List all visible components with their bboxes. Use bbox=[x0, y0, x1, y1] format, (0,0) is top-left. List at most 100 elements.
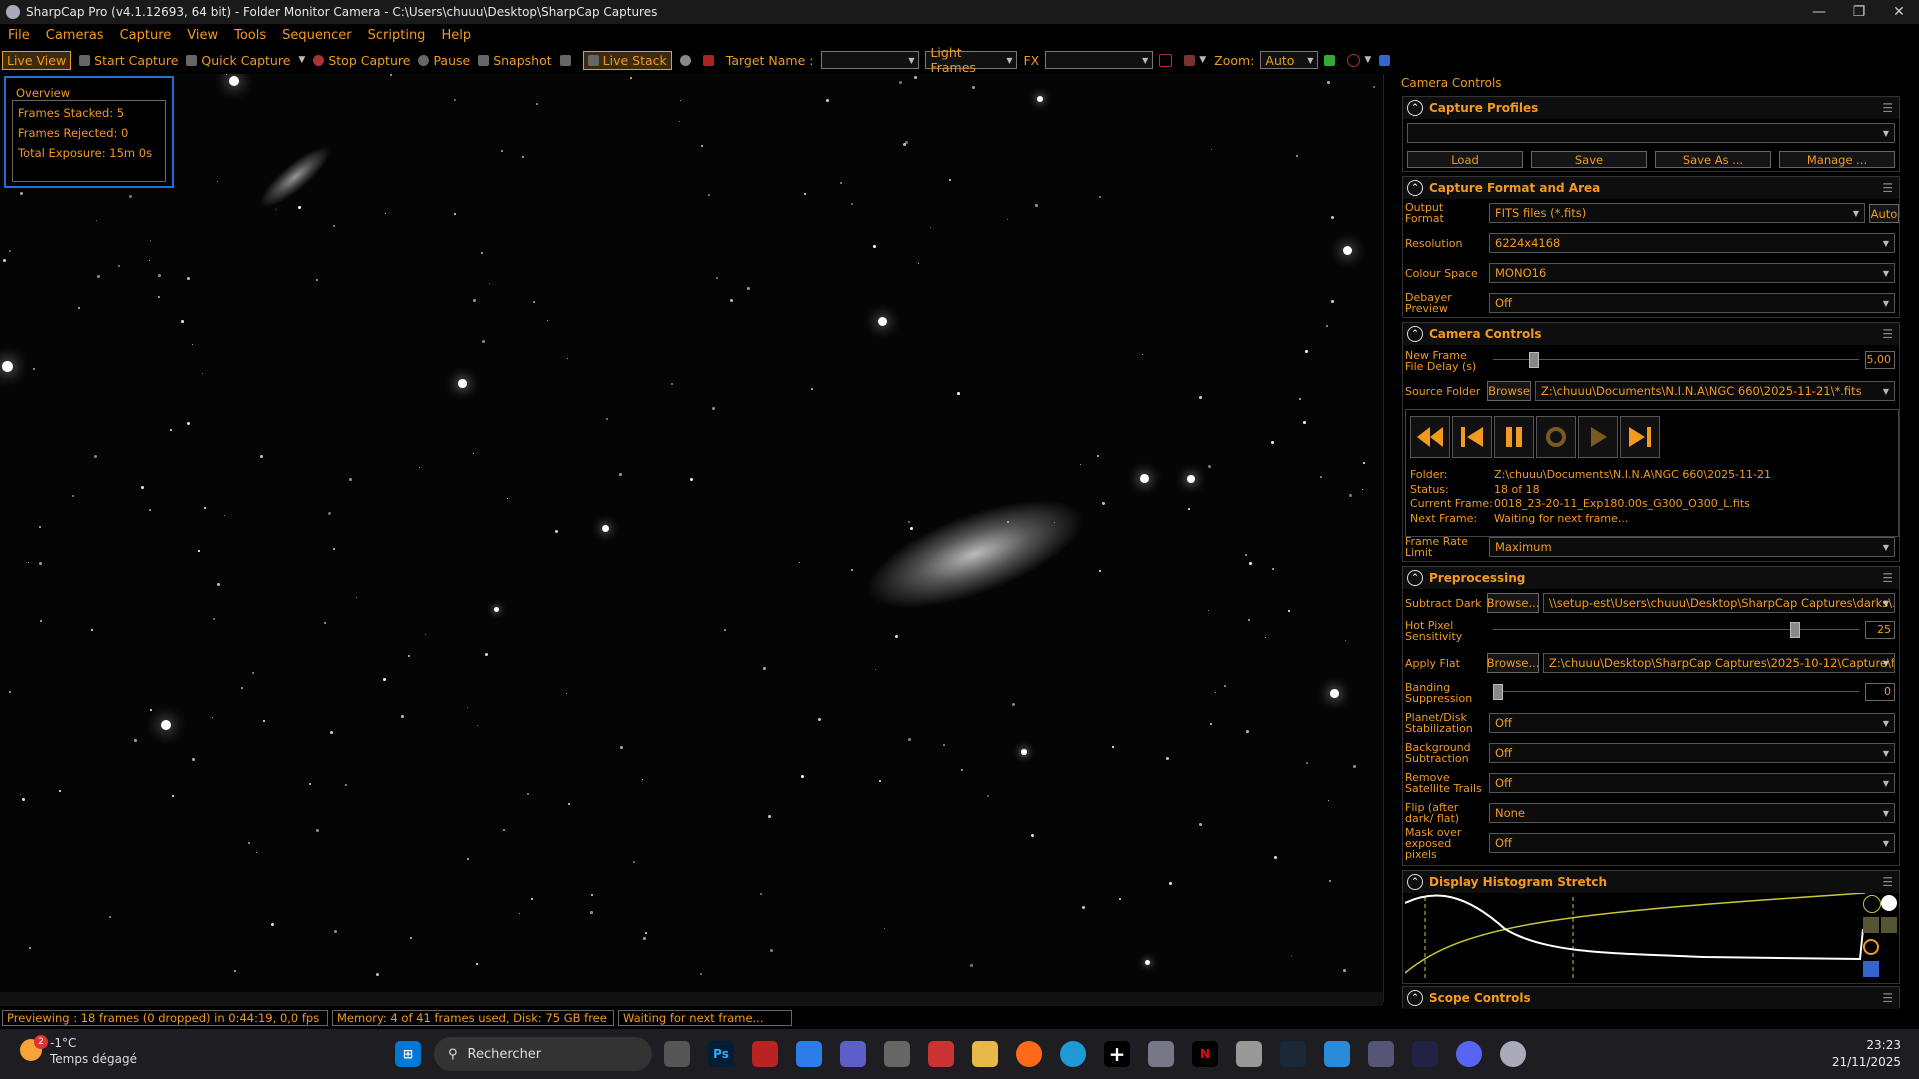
menu-icon[interactable]: ☰ bbox=[1882, 875, 1893, 889]
output-format-select[interactable]: FITS files (*.fits) ▼ bbox=[1489, 203, 1865, 223]
menu-sequencer[interactable]: Sequencer bbox=[282, 28, 351, 43]
delay-slider-thumb[interactable] bbox=[1529, 352, 1539, 368]
menu-icon[interactable]: ☰ bbox=[1882, 991, 1893, 1005]
pause-button[interactable]: Pause bbox=[418, 53, 470, 68]
calculator-icon[interactable] bbox=[884, 1041, 910, 1067]
menu-help[interactable]: Help bbox=[441, 28, 471, 43]
flip-select[interactable]: None ▼ bbox=[1489, 803, 1895, 823]
menu-capture[interactable]: Capture bbox=[120, 28, 172, 43]
app-icon-gray[interactable] bbox=[1148, 1041, 1174, 1067]
live-view-button[interactable]: Live View bbox=[2, 50, 72, 70]
capture-format-header[interactable]: ⌃ Capture Format and Area ☰ bbox=[1403, 177, 1899, 199]
dark-browse-button[interactable]: Browse... bbox=[1487, 593, 1539, 613]
frame-type-select[interactable]: Light Frames ▼ bbox=[925, 45, 1018, 75]
info-icon[interactable] bbox=[1863, 895, 1881, 913]
menu-icon[interactable]: ☰ bbox=[1882, 101, 1893, 115]
menu-icon[interactable]: ☰ bbox=[1882, 327, 1893, 341]
delay-slider[interactable] bbox=[1493, 352, 1859, 368]
steam-icon[interactable] bbox=[1280, 1041, 1306, 1067]
pause-playback-button[interactable] bbox=[1494, 416, 1534, 458]
photoshop-icon[interactable]: Ps bbox=[708, 1041, 734, 1067]
menu-scripting[interactable]: Scripting bbox=[368, 28, 426, 43]
banding-slider-thumb[interactable] bbox=[1493, 684, 1503, 700]
colour-space-select[interactable]: MONO16 ▼ bbox=[1489, 263, 1895, 283]
menu-tools[interactable]: Tools bbox=[234, 28, 266, 43]
quick-capture-button[interactable]: Quick Capture ▼ bbox=[186, 53, 305, 68]
play-button[interactable] bbox=[1578, 416, 1618, 458]
background-select[interactable]: Off ▼ bbox=[1489, 743, 1895, 763]
firefox-icon[interactable] bbox=[1016, 1041, 1042, 1067]
close-icon[interactable]: ✕ bbox=[1879, 0, 1919, 24]
camera-controls-header[interactable]: ⌃ Camera Controls ☰ bbox=[1403, 323, 1899, 345]
task-view-icon[interactable] bbox=[664, 1041, 690, 1067]
profile-select[interactable]: ▼ bbox=[1407, 123, 1895, 143]
save-icon[interactable] bbox=[1863, 961, 1879, 977]
reticle-icon[interactable] bbox=[1159, 53, 1176, 67]
save-button[interactable]: Save bbox=[1531, 151, 1647, 168]
horizontal-scrollbar[interactable] bbox=[0, 992, 1383, 1006]
live-stack-button[interactable]: Live Stack bbox=[582, 50, 672, 70]
rewind-button[interactable] bbox=[1410, 416, 1450, 458]
maximize-icon[interactable]: ❐ bbox=[1839, 0, 1879, 24]
grid-icon[interactable]: ▼ bbox=[1184, 54, 1206, 66]
reload-button[interactable] bbox=[1536, 416, 1576, 458]
discord-icon[interactable] bbox=[1456, 1041, 1482, 1067]
weather-widget[interactable]: 2 -1°C Temps dégagé bbox=[20, 1035, 137, 1067]
sharpcap-running-icon[interactable] bbox=[1500, 1041, 1526, 1067]
histogram-header[interactable]: ⌃ Display Histogram Stretch ☰ bbox=[1403, 871, 1899, 893]
netflix-icon[interactable]: N bbox=[1192, 1041, 1218, 1067]
image-viewer[interactable] bbox=[0, 74, 1383, 992]
file-explorer-icon[interactable] bbox=[972, 1041, 998, 1067]
zoom-select[interactable]: Auto ▼ bbox=[1260, 51, 1319, 69]
snapshot-button[interactable]: Snapshot bbox=[478, 53, 552, 68]
boost-icon[interactable] bbox=[1863, 917, 1879, 933]
load-button[interactable]: Load bbox=[1407, 151, 1523, 168]
app-icon-dark[interactable] bbox=[1412, 1041, 1438, 1067]
windows-start-icon[interactable]: ⊞ bbox=[395, 1041, 421, 1067]
start-capture-button[interactable]: Start Capture bbox=[79, 53, 178, 68]
reset-icon[interactable] bbox=[1863, 939, 1879, 955]
vertical-scrollbar[interactable] bbox=[1383, 74, 1398, 1002]
capture-profiles-header[interactable]: ⌃ Capture Profiles ☰ bbox=[1403, 97, 1899, 119]
auto-button[interactable]: Auto bbox=[1869, 204, 1899, 223]
app-icon-red[interactable] bbox=[928, 1041, 954, 1067]
skip-back-button[interactable] bbox=[1452, 416, 1492, 458]
plus-icon[interactable]: + bbox=[1104, 1041, 1130, 1067]
histogram-plot[interactable] bbox=[1405, 893, 1865, 981]
save-as-button[interactable]: Save As ... bbox=[1655, 151, 1771, 168]
satellite-select[interactable]: Off ▼ bbox=[1489, 773, 1895, 793]
store-icon[interactable] bbox=[796, 1041, 822, 1067]
banding-value[interactable]: 0 bbox=[1865, 683, 1895, 701]
search-box[interactable]: ⚲ Rechercher bbox=[434, 1037, 652, 1071]
source-browse-button[interactable]: Browse bbox=[1487, 381, 1531, 401]
contrast-icon[interactable] bbox=[1881, 895, 1897, 911]
debayer-select[interactable]: Off ▼ bbox=[1489, 293, 1895, 313]
app-icon-store[interactable] bbox=[1236, 1041, 1262, 1067]
menu-icon[interactable]: ☰ bbox=[1882, 571, 1893, 585]
menu-view[interactable]: View bbox=[187, 28, 218, 43]
inc-icon[interactable] bbox=[702, 54, 718, 66]
menu-cameras[interactable]: Cameras bbox=[46, 28, 104, 43]
lock-icon[interactable] bbox=[1881, 917, 1897, 933]
sharpcap-icon[interactable] bbox=[752, 1041, 778, 1067]
frame-rate-select[interactable]: Maximum ▼ bbox=[1489, 537, 1895, 557]
edge-icon[interactable] bbox=[1060, 1041, 1086, 1067]
hot-pixel-slider[interactable] bbox=[1493, 622, 1859, 638]
app-icon-blue[interactable] bbox=[1368, 1041, 1394, 1067]
source-folder-select[interactable]: Z:\chuuu\Documents\N.I.N.A\NGC 660\2025-… bbox=[1535, 381, 1895, 401]
flat-select[interactable]: Z:\chuuu\Desktop\SharpCap Captures\2025-… bbox=[1543, 653, 1895, 673]
banding-slider[interactable] bbox=[1493, 684, 1859, 700]
messenger-icon[interactable] bbox=[1324, 1041, 1350, 1067]
fx-select[interactable]: ▼ bbox=[1045, 51, 1154, 69]
planet-select[interactable]: Off ▼ bbox=[1489, 713, 1895, 733]
histogram-icon[interactable] bbox=[1324, 54, 1339, 66]
record-icon[interactable] bbox=[679, 54, 695, 66]
target-icon[interactable]: ▼ bbox=[1347, 53, 1371, 67]
clock[interactable]: 23:23 21/11/2025 bbox=[1832, 1037, 1901, 1071]
scope-controls-header[interactable]: ⌃ Scope Controls ☰ bbox=[1403, 987, 1899, 1009]
stop-capture-button[interactable]: Stop Capture bbox=[313, 53, 410, 68]
preprocessing-header[interactable]: ⌃ Preprocessing ☰ bbox=[1403, 567, 1899, 589]
menu-file[interactable]: File bbox=[8, 28, 30, 43]
teams-icon[interactable] bbox=[840, 1041, 866, 1067]
minimize-icon[interactable]: — bbox=[1799, 0, 1839, 24]
